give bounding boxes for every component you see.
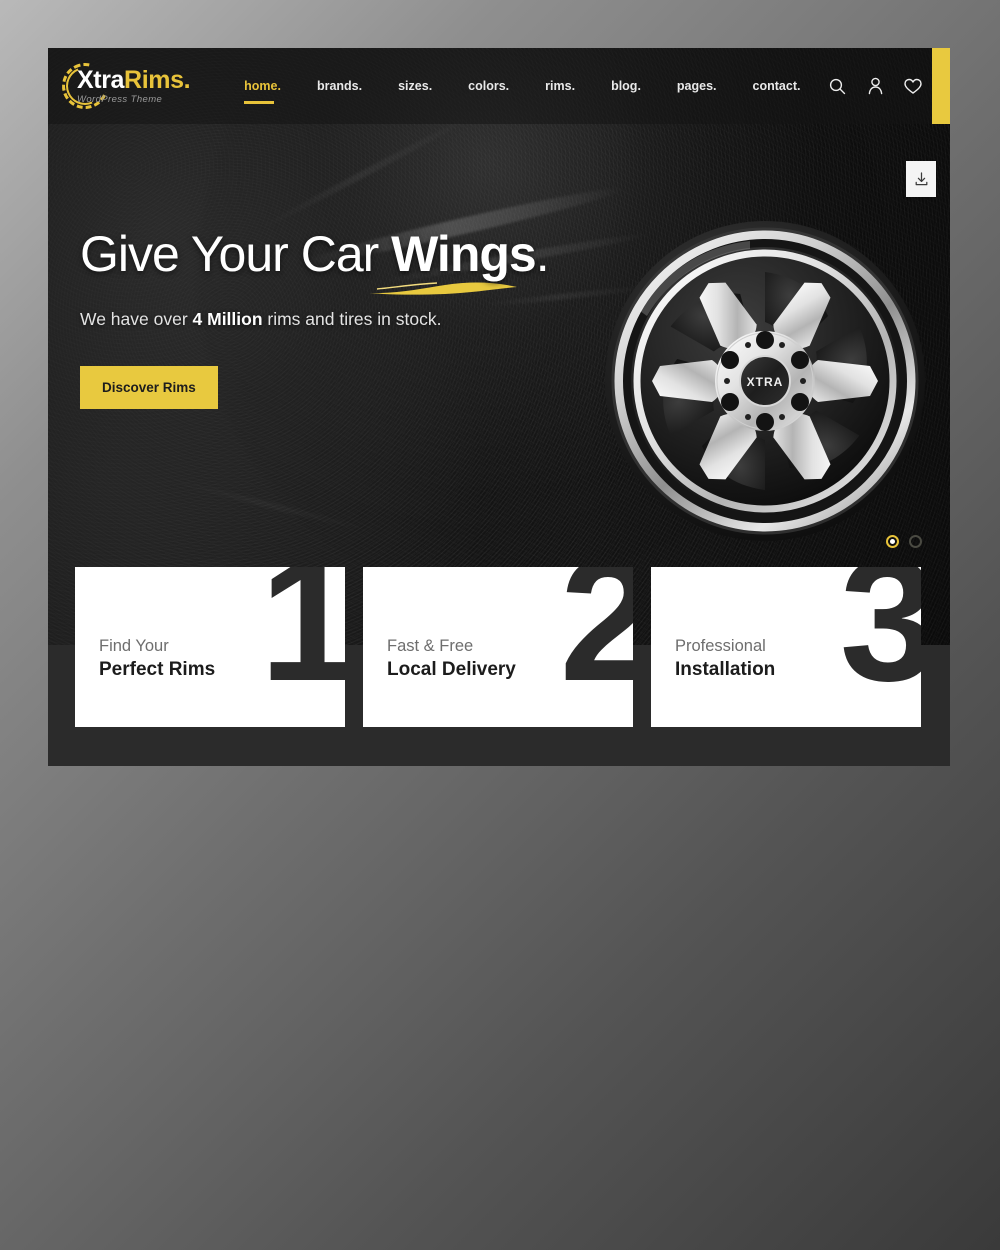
feature-card[interactable]: 1 Find Your Perfect Rims — [75, 567, 345, 727]
hero-subtitle: We have over 4 Million rims and tires in… — [80, 309, 600, 330]
feature-card-line1: Fast & Free — [387, 637, 474, 655]
search-icon[interactable] — [818, 48, 856, 124]
main-navigation: home. brands. sizes. colors. rims. blog.… — [190, 48, 818, 124]
discover-rims-button[interactable]: Discover Rims — [80, 365, 218, 409]
heart-icon[interactable] — [894, 48, 932, 124]
hero-title-plain: Give Your Car — [80, 226, 392, 282]
nav-item-pages[interactable]: pages. — [659, 48, 735, 124]
logo-name-light: Xtra — [77, 65, 125, 94]
hero-subtitle-pre: We have over — [80, 308, 193, 329]
feature-card-line2: Installation — [675, 659, 776, 681]
feature-card-number: 2 — [559, 567, 633, 718]
hero-subtitle-bold: 4 Million — [192, 308, 263, 329]
cart-icon[interactable] — [932, 48, 950, 124]
wheel-center-cap-label: XTRA — [747, 375, 784, 389]
nav-item-home[interactable]: home. — [226, 48, 299, 124]
logo-title: XtraRims. — [77, 65, 191, 94]
hero-title-bold: Wings — [391, 226, 537, 282]
header-icon-group — [818, 48, 950, 124]
hero-brush-underline — [369, 282, 517, 295]
nav-item-contact[interactable]: contact. — [735, 48, 819, 124]
feature-card-text: Fast & Free Local Delivery — [387, 635, 516, 683]
nav-item-colors[interactable]: colors. — [450, 48, 527, 124]
feature-card-line1: Find Your — [99, 637, 169, 655]
hero-title-dot: . — [535, 226, 550, 282]
feature-card-number: 3 — [839, 567, 921, 718]
site-header: XtraRims. WordPress Theme home. brands. … — [48, 48, 950, 124]
logo-name-accent: Rims. — [124, 65, 191, 94]
nav-item-blog[interactable]: blog. — [593, 48, 659, 124]
slider-dot-2[interactable] — [909, 535, 922, 548]
nav-item-rims[interactable]: rims. — [527, 48, 593, 124]
hero-copy: Give Your Car Wings. We have over 4 Mill… — [80, 228, 600, 409]
nav-item-brands[interactable]: brands. — [299, 48, 380, 124]
feature-card-line1: Professional — [675, 637, 766, 655]
feature-card-text: Professional Installation — [675, 635, 775, 683]
logo[interactable]: XtraRims. WordPress Theme — [48, 48, 191, 124]
nav-item-sizes[interactable]: sizes. — [380, 48, 450, 124]
hero-title: Give Your Car Wings. — [80, 226, 600, 295]
feature-card[interactable]: 3 Professional Installation — [651, 567, 921, 727]
feature-card-line2: Local Delivery — [387, 659, 516, 681]
feature-cards: 1 Find Your Perfect Rims 2 Fast & Free L… — [75, 567, 950, 766]
feature-card[interactable]: 2 Fast & Free Local Delivery — [363, 567, 633, 727]
logo-text: XtraRims. WordPress Theme — [62, 65, 191, 106]
slider-dots — [886, 535, 922, 548]
download-icon[interactable] — [906, 161, 936, 197]
feature-card-text: Find Your Perfect Rims — [99, 635, 215, 683]
hero-subtitle-post: rims and tires in stock. — [262, 308, 442, 329]
website-preview: XTRA Give Your Car Wings. We have over 4… — [48, 48, 950, 766]
hero-slider: XTRA Give Your Car Wings. We have over 4… — [48, 48, 950, 645]
logo-tagline: WordPress Theme — [77, 94, 163, 106]
feature-card-line2: Perfect Rims — [99, 659, 216, 681]
hero-wheel-image: XTRA — [600, 216, 930, 546]
slider-dot-1[interactable] — [886, 535, 899, 548]
user-icon[interactable] — [856, 48, 894, 124]
feature-card-number: 1 — [259, 567, 345, 718]
